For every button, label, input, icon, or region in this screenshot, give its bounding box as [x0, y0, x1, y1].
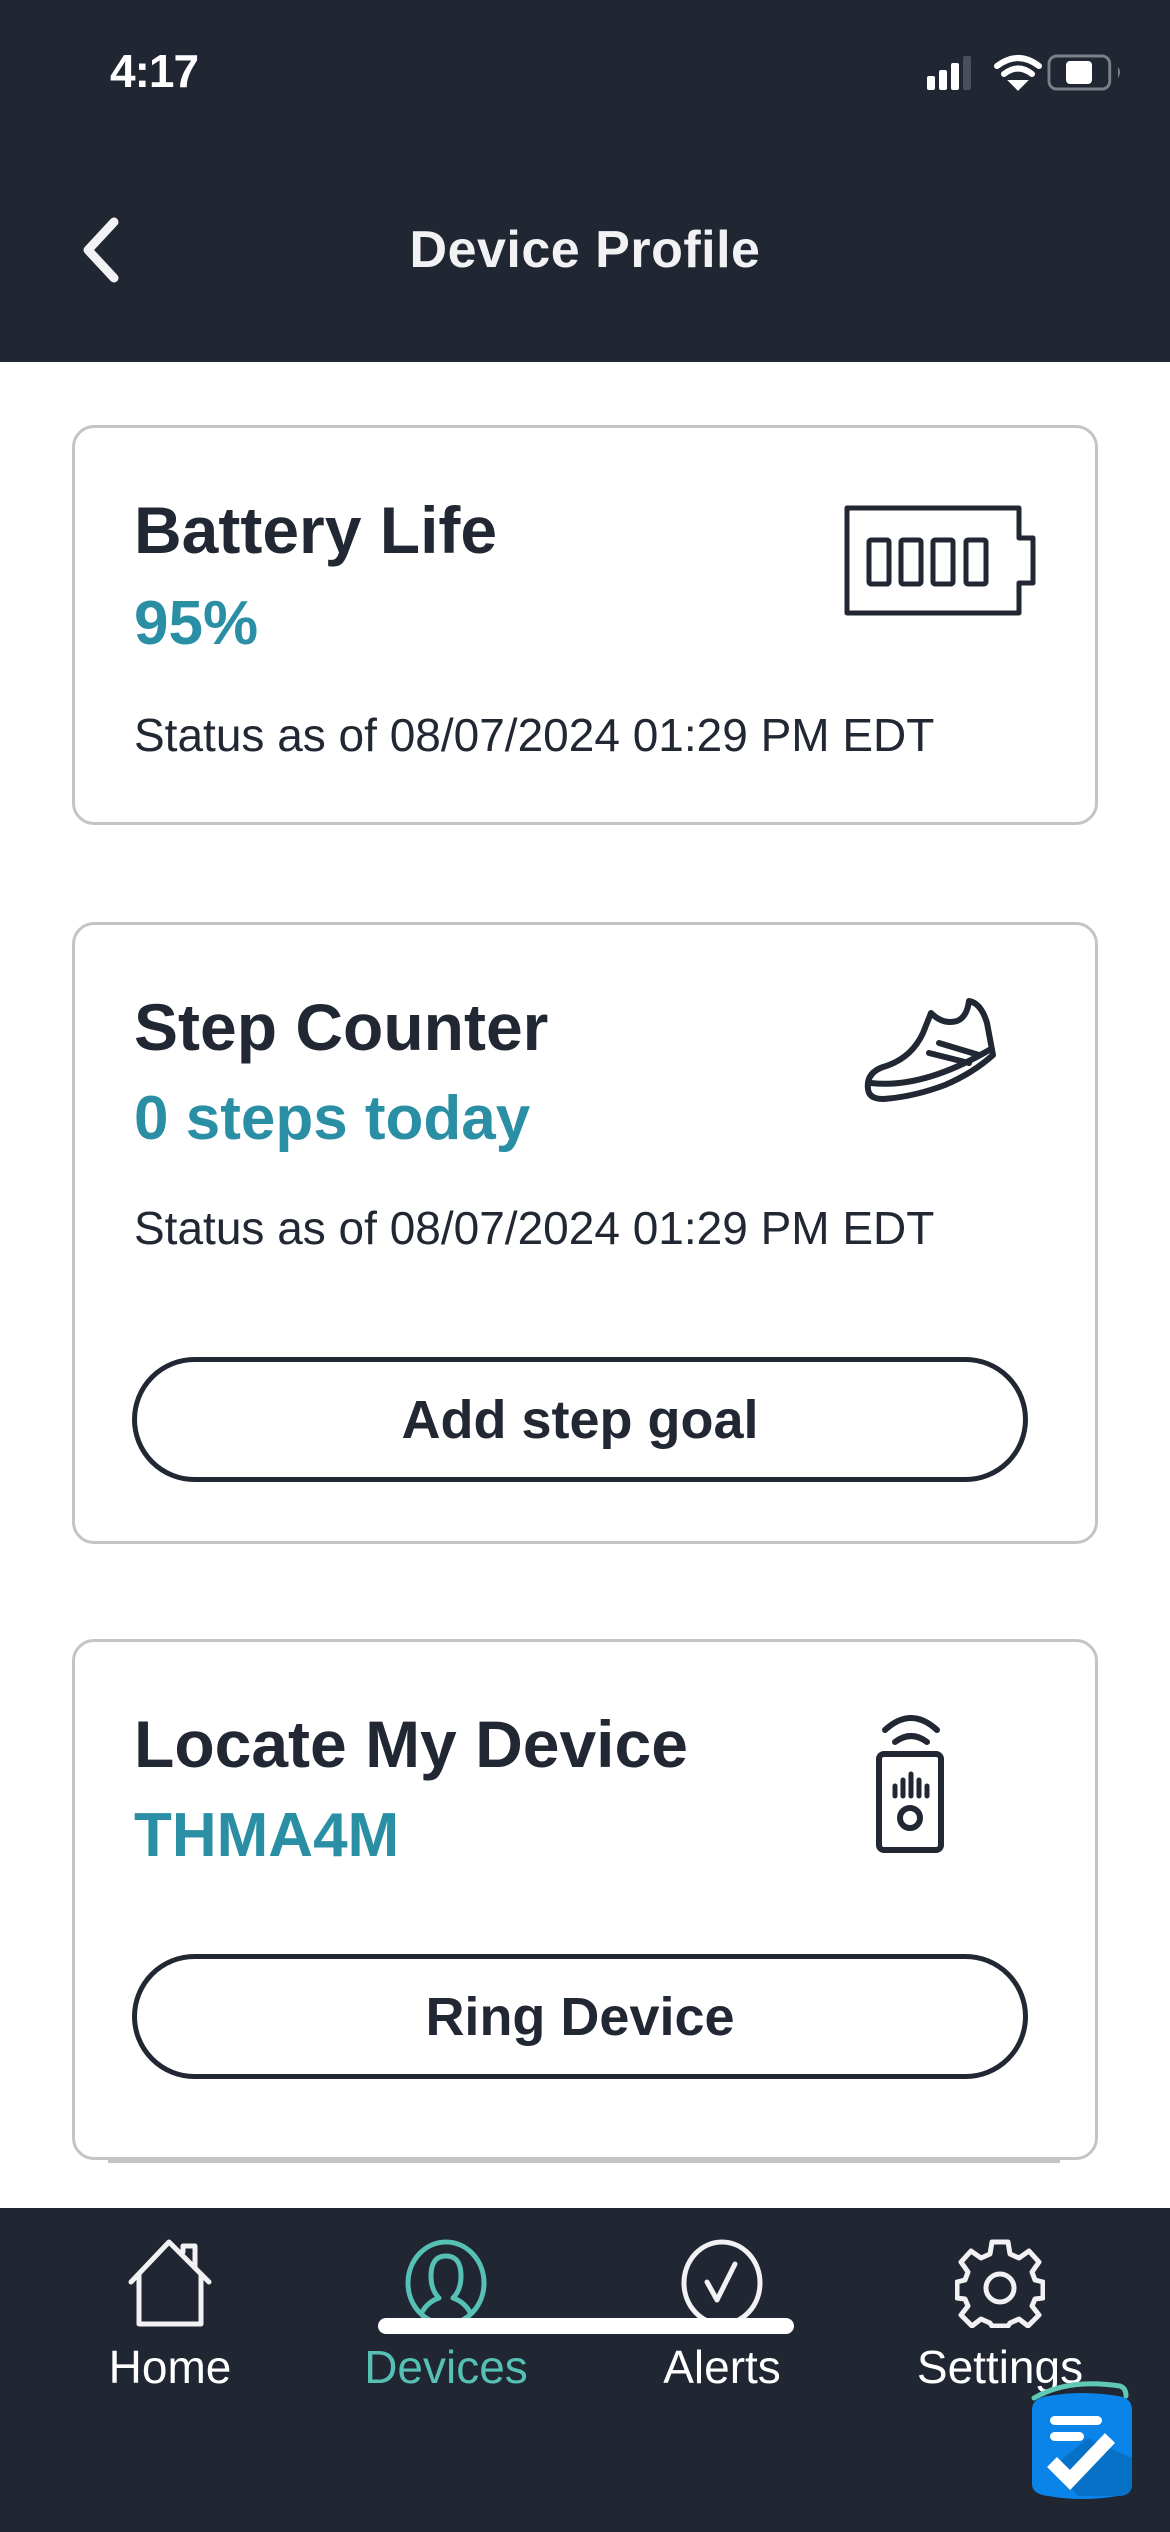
feedback-checklist-icon [1031, 2381, 1132, 2499]
add-step-goal-button[interactable]: Add step goal [132, 1357, 1028, 1482]
locate-device-card: Locate My Device THMA4M Ring Device [72, 1639, 1098, 2160]
person-circle-icon [405, 2239, 487, 2327]
tab-alerts-label: Alerts [663, 2341, 781, 2393]
status-time: 4:17 [110, 45, 199, 97]
battery-percentage: 95% [134, 589, 259, 658]
home-indicator [378, 2318, 794, 2334]
bottom-tab-bar: Home Devices Alerts Settings [0, 2208, 1170, 2532]
tab-home[interactable]: Home [50, 2238, 290, 2408]
step-status-timestamp: Status as of 08/07/2024 01:29 PM EDT [134, 1202, 935, 1254]
gear-icon [955, 2239, 1045, 2328]
shoe-icon [864, 998, 996, 1102]
wifi-icon [994, 55, 1042, 91]
battery-card-title: Battery Life [134, 493, 498, 567]
device-code: THMA4M [134, 1801, 400, 1870]
feedback-widget-button[interactable] [1028, 2378, 1138, 2500]
locate-card-title: Locate My Device [134, 1707, 688, 1781]
battery-status-timestamp: Status as of 08/07/2024 01:29 PM EDT [134, 709, 935, 761]
ring-device-button[interactable]: Ring Device [132, 1954, 1028, 2079]
cellular-signal-icon [927, 56, 971, 90]
status-icons [927, 54, 1120, 91]
battery-life-card: Battery Life 95% Status as of 08/07/2024… [72, 425, 1098, 825]
home-icon [128, 2239, 212, 2327]
tab-home-label: Home [108, 2341, 232, 2393]
check-circle-icon [681, 2239, 763, 2327]
page-title: Device Profile [409, 221, 761, 279]
app-header: 4:17 Device Profile [0, 0, 1170, 362]
scroll-edge-divider [108, 2159, 1060, 2163]
tab-devices-label: Devices [364, 2341, 528, 2393]
battery-status-icon [1047, 54, 1120, 91]
step-card-title: Step Counter [134, 990, 549, 1064]
step-count-value: 0 steps today [134, 1084, 531, 1153]
step-counter-card: Step Counter 0 steps today Status as of … [72, 922, 1098, 1544]
device-signal-icon [876, 1715, 944, 1853]
battery-full-icon [844, 505, 1036, 616]
